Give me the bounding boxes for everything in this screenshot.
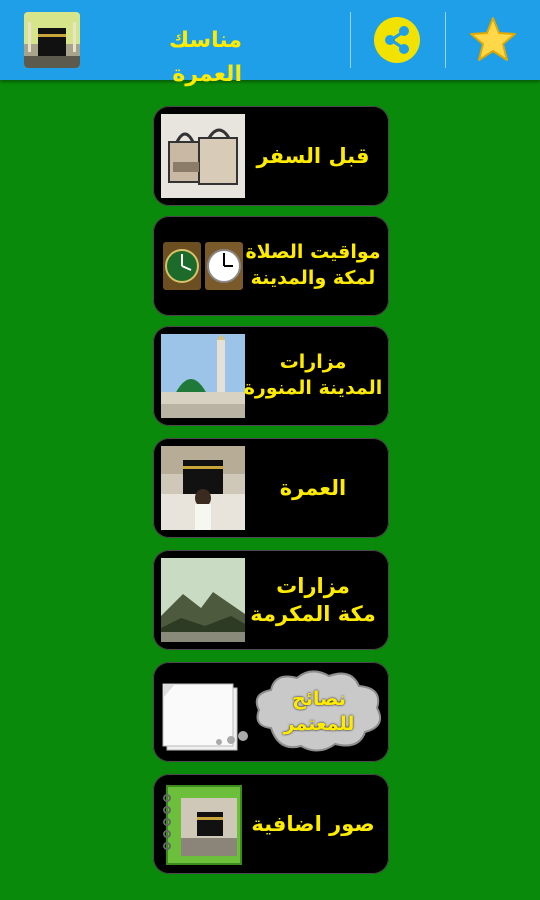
- menu-item-extra-photos[interactable]: صور اضافية: [153, 774, 389, 874]
- menu-item-label: مزارات المدينة المنورة: [243, 351, 383, 399]
- share-icon: [374, 17, 420, 63]
- app-title: مناسك العمرة: [169, 28, 242, 87]
- app-bar: مناسك العمرة: [0, 0, 540, 87]
- menu-item-before-travel[interactable]: قبل السفر: [153, 106, 389, 206]
- menu-item-label: مزارات مكة المكرمة: [250, 573, 376, 626]
- prophets-mosque-icon: [161, 334, 245, 418]
- kaaba-app-icon: [24, 12, 80, 68]
- menu-item-makkah-sites[interactable]: مزارات مكة المكرمة: [153, 550, 389, 650]
- menu-item-label: العمرة: [279, 475, 347, 500]
- menu-item-prayer-times[interactable]: مواقيت الصلاة لمكة والمدينة: [153, 216, 389, 316]
- menu-item-madinah-sites[interactable]: مزارات المدينة المنورة: [153, 326, 389, 426]
- menu-item-label: صور اضافية: [251, 811, 375, 836]
- menu-item-pilgrim-tips[interactable]: نصائح للمعتمر: [153, 662, 389, 762]
- favorite-button[interactable]: [468, 15, 518, 65]
- papers-thought-cloud-icon: [161, 670, 253, 754]
- clocks-icon: [161, 224, 245, 308]
- mountain-landscape-icon: [161, 558, 245, 642]
- menu-item-label: قبل السفر: [256, 143, 370, 168]
- menu-item-label: نصائح للمعتمر: [283, 688, 355, 735]
- divider: [350, 12, 351, 68]
- star-icon: [470, 17, 516, 61]
- photo-album-icon: [161, 782, 245, 866]
- luggage-icon: [161, 114, 245, 198]
- kaaba-pilgrim-icon: [161, 446, 245, 530]
- share-button[interactable]: [372, 15, 422, 65]
- divider: [445, 12, 446, 68]
- menu-item-umrah[interactable]: العمرة: [153, 438, 389, 538]
- menu-item-label: مواقيت الصلاة لمكة والمدينة: [245, 241, 381, 289]
